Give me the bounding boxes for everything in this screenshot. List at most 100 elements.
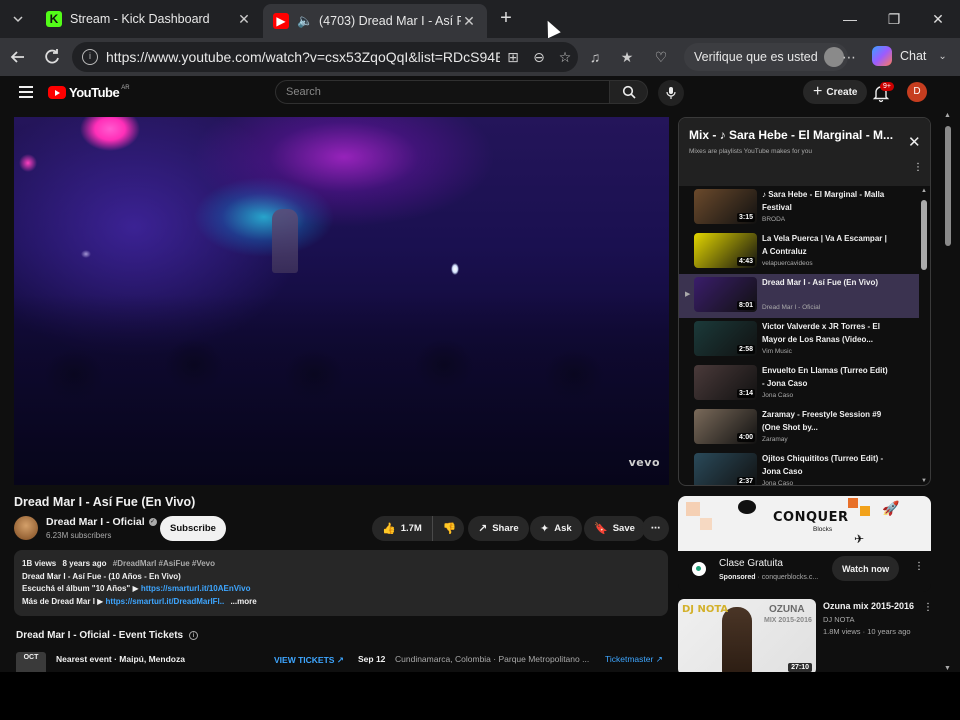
view-count: 1B views [22, 559, 57, 568]
profile-button[interactable]: Verifique que es usted [684, 43, 848, 71]
related-channel[interactable]: DJ NOTA [823, 615, 855, 624]
playlist-item[interactable]: 3:15 ♪ Sara Hebe - El Marginal - Malla Fe… [679, 186, 919, 230]
playlist-item[interactable]: 4:00 Zaramay - Freestyle Session #9 (One … [679, 406, 919, 450]
dislike-button[interactable]: 👎 [433, 522, 472, 535]
channel-name-text: Dread Mar I - Oficial [46, 516, 145, 528]
more-vertical-icon[interactable]: ⋮ [923, 602, 933, 613]
browser-essentials-icon[interactable]: ♡ [650, 46, 672, 68]
more-options-icon[interactable]: ⋯ [838, 46, 860, 68]
description-box[interactable]: 1B views 8 years ago #DreadMarI #AsiFue … [14, 550, 668, 616]
close-icon[interactable]: ✕ [908, 133, 921, 151]
playlist-thumbnail[interactable]: 3:14 [694, 365, 757, 400]
playlist-item[interactable]: 4:43 La Vela Puerca | Va A Escampar | A C… [679, 230, 919, 274]
voice-search-button[interactable] [658, 80, 684, 106]
back-button[interactable] [6, 45, 30, 69]
account-avatar[interactable]: D [907, 82, 927, 102]
create-button[interactable]: + Create [803, 80, 868, 104]
minimize-button[interactable]: — [828, 0, 872, 38]
url-text[interactable]: https://www.youtube.com/watch?v=csx53Zqo… [106, 49, 500, 65]
copilot-button[interactable]: Chat ⌄ [872, 46, 947, 66]
scrollbar-thumb[interactable] [945, 126, 951, 246]
save-button[interactable]: 🔖 Save [584, 516, 645, 541]
notification-badge: 9+ [880, 82, 894, 91]
scroll-down-icon[interactable]: ▼ [921, 478, 927, 484]
playlist-thumbnail[interactable]: 3:15 [694, 189, 757, 224]
playlist-item[interactable]: 2:58 Victor Valverde x JR Torres - El May… [679, 318, 919, 362]
channel-avatar[interactable] [14, 516, 38, 540]
video-player[interactable]: vevo [14, 117, 669, 485]
subscribe-button[interactable]: Subscribe [160, 516, 226, 541]
scrollbar-thumb[interactable] [921, 200, 927, 270]
playlist-thumbnail[interactable]: 2:58 [694, 321, 757, 356]
tab-kick-dashboard[interactable]: K Stream - Kick Dashboard ✕ [36, 4, 262, 34]
video-title: Dread Mar I - Así Fue (En Vivo) [14, 495, 196, 509]
playlist-item[interactable]: 2:37 Ojitos Chiquititos (Turreo Edit) - J… [679, 450, 919, 485]
sparkle-icon: ✦ [540, 523, 550, 535]
playlist-thumbnail[interactable]: 8:01 [694, 277, 757, 312]
menu-icon[interactable] [19, 86, 33, 98]
artist-link[interactable]: https://smarturl.it/DreadMarIFl.. [106, 597, 225, 606]
ask-button[interactable]: ✦ Ask [530, 516, 582, 541]
playlist-item[interactable]: ▶ 8:01 Dread Mar I - Así Fue (En Vivo) Drea… [679, 274, 919, 318]
related-video[interactable]: DJ NOTA OZUNA MIX 2015-2016 27:10 Ozuna … [678, 599, 933, 672]
tab-search-button[interactable] [6, 7, 30, 31]
sponsored-ad[interactable]: 🚀 ✈ CONQUER Blocks Clase Gratuita Sponso… [678, 496, 931, 592]
more-vertical-icon[interactable]: ⋮ [914, 561, 924, 572]
hashtags[interactable]: #DreadMarI #AsiFue #Vevo [113, 559, 215, 568]
info-icon[interactable]: i [189, 631, 199, 640]
tab-youtube-video[interactable]: ▶ 🔈 (4703) Dread Mar I - Así Fue ( ✕ [263, 4, 487, 38]
youtube-logo[interactable]: YouTube AR [48, 85, 130, 100]
close-tab-icon[interactable]: ✕ [236, 11, 252, 28]
playlist-item[interactable]: 3:14 Envuelto En Llamas (Turreo Edit) - J… [679, 362, 919, 406]
album-link[interactable]: https://smarturl.it/10AEnVivo [141, 584, 251, 593]
channel-name[interactable]: Dread Mar I - Oficial ✓ [46, 516, 157, 528]
scroll-up-icon[interactable]: ▲ [921, 188, 927, 194]
event-place: Cundinamarca, Colombia · Parque Metropol… [395, 654, 590, 664]
playlist-title[interactable]: Mix - ♪ Sara Hebe - El Marginal - M... [689, 128, 899, 142]
scroll-down-icon[interactable]: ▼ [944, 665, 951, 672]
speaker-icon[interactable]: 🔈 [297, 13, 313, 29]
watch-now-button[interactable]: Watch now [832, 556, 900, 581]
playlist-scrollbar[interactable]: ▲ ▼ [920, 188, 929, 484]
thumbs-up-icon: 👍 [382, 523, 396, 535]
playlist-thumbnail[interactable]: 2:37 [694, 453, 757, 485]
page-scrollbar[interactable]: ▲ ▼ [942, 112, 954, 672]
reload-button[interactable] [40, 45, 64, 69]
zoom-out-icon[interactable]: ⊖ [526, 49, 552, 66]
favorites-icon[interactable]: ★ [616, 46, 638, 68]
playlist-item-title: Victor Valverde x JR Torres - El Mayor d… [762, 322, 880, 344]
video-duration: 2:58 [736, 345, 755, 354]
search-input[interactable]: Search [275, 80, 610, 104]
microphone-icon [666, 87, 676, 99]
playlist-thumbnail[interactable]: 4:00 [694, 409, 757, 444]
ad-title[interactable]: Clase Gratuita [719, 558, 783, 569]
close-window-button[interactable]: ✕ [916, 0, 960, 38]
related-title[interactable]: Ozuna mix 2015-2016 [823, 601, 914, 611]
scroll-up-icon[interactable]: ▲ [944, 112, 951, 119]
pixel-decoration [700, 518, 712, 530]
search-button[interactable] [610, 80, 648, 104]
favorite-star-icon[interactable]: ☆ [552, 49, 578, 66]
new-tab-button[interactable]: + [494, 7, 518, 31]
subscriber-count: 6.23M subscribers [46, 531, 112, 540]
more-vertical-icon[interactable]: ⋮ [913, 162, 923, 173]
copilot-icon [872, 46, 892, 66]
app-available-icon[interactable]: ⊞ [500, 49, 526, 66]
share-icon: ↗ [478, 523, 488, 535]
like-button[interactable]: 👍 1.7M [372, 516, 433, 541]
close-tab-icon[interactable]: ✕ [461, 13, 477, 30]
chevron-down-icon[interactable]: ⌄ [938, 51, 946, 62]
ticketmaster-link[interactable]: Ticketmaster ↗ [605, 654, 663, 665]
show-more-link[interactable]: ...more [230, 597, 256, 606]
playlist-header: Mix - ♪ Sara Hebe - El Marginal - M... M… [679, 118, 930, 186]
related-thumbnail[interactable]: DJ NOTA OZUNA MIX 2015-2016 27:10 [678, 599, 816, 672]
playlist-thumbnail[interactable]: 4:43 [694, 233, 757, 268]
address-bar[interactable]: i https://www.youtube.com/watch?v=csx53Z… [72, 42, 578, 72]
ad-banner[interactable]: 🚀 ✈ CONQUER Blocks [678, 496, 931, 551]
media-control-icon[interactable]: ♫ [584, 46, 606, 68]
more-actions-button[interactable]: ⋯ [642, 516, 669, 541]
site-info-icon[interactable]: i [82, 49, 98, 65]
view-tickets-link[interactable]: VIEW TICKETS ↗ [274, 655, 344, 666]
share-button[interactable]: ↗ Share [468, 516, 529, 541]
restore-button[interactable]: ❐ [872, 0, 916, 38]
